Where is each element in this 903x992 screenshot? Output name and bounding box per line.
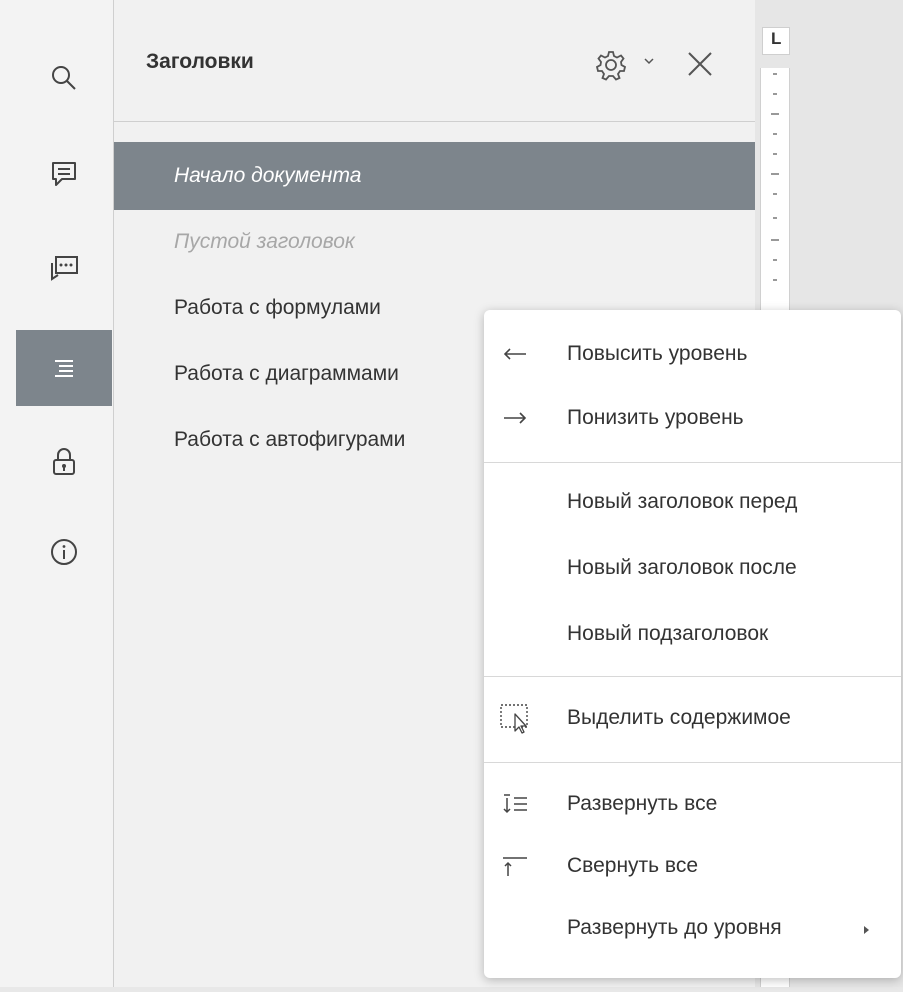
- arrow-left-icon: [498, 338, 532, 370]
- gear-icon[interactable]: [594, 48, 628, 82]
- menu-item-new-heading-after[interactable]: Новый заголовок после: [484, 546, 901, 590]
- menu-item-label: Повысить уровень: [567, 342, 748, 365]
- heading-item[interactable]: Начало документа: [114, 142, 755, 210]
- tab-stop-selector[interactable]: L: [762, 27, 790, 55]
- chat-button[interactable]: [16, 230, 112, 306]
- headings-button[interactable]: [16, 330, 112, 406]
- menu-item-demote[interactable]: Понизить уровень: [484, 396, 901, 440]
- panel-title: Заголовки: [146, 50, 254, 73]
- chevron-down-icon[interactable]: [642, 54, 656, 68]
- menu-item-promote[interactable]: Повысить уровень: [484, 332, 901, 376]
- heading-item[interactable]: Пустой заголовок: [114, 208, 755, 276]
- collapse-all-icon: [498, 850, 532, 882]
- info-icon: [51, 539, 77, 565]
- search-icon: [52, 66, 76, 90]
- lock-icon: [53, 448, 75, 475]
- menu-item-new-heading-before[interactable]: Новый заголовок перед: [484, 480, 901, 524]
- tab-stop-label: L: [771, 29, 782, 48]
- comments-button[interactable]: [16, 136, 112, 212]
- comment-icon: [52, 162, 76, 186]
- menu-item-new-subheading[interactable]: Новый подзаголовок: [484, 612, 901, 656]
- menu-item-select-content[interactable]: Выделить содержимое: [484, 696, 901, 740]
- context-menu: Повысить уровень Понизить уровень Новый …: [484, 310, 901, 978]
- menu-divider: [484, 462, 901, 463]
- menu-item-label: Развернуть до уровня: [567, 916, 782, 939]
- headings-icon: [55, 360, 73, 377]
- chat-icon: [51, 256, 78, 281]
- menu-item-label: Понизить уровень: [567, 406, 744, 429]
- protection-button[interactable]: [16, 424, 112, 500]
- expand-all-icon: [498, 788, 532, 820]
- menu-item-collapse-all[interactable]: Свернуть все: [484, 844, 901, 888]
- menu-item-label: Новый заголовок после: [567, 556, 797, 579]
- menu-item-label: Развернуть все: [567, 792, 718, 815]
- menu-divider: [484, 676, 901, 677]
- close-icon[interactable]: [684, 48, 716, 80]
- menu-item-label: Свернуть все: [567, 854, 699, 877]
- menu-item-expand-all[interactable]: Развернуть все: [484, 782, 901, 826]
- menu-item-expand-to-level[interactable]: Развернуть до уровня: [484, 906, 901, 950]
- info-button[interactable]: [16, 514, 112, 590]
- menu-item-label: Выделить содержимое: [567, 706, 791, 729]
- menu-item-label: Новый заголовок перед: [567, 490, 798, 513]
- panel-header: Заголовки: [114, 0, 755, 122]
- search-button[interactable]: [16, 40, 112, 116]
- submenu-arrow-icon: [864, 926, 869, 934]
- menu-divider: [484, 762, 901, 763]
- arrow-right-icon: [498, 402, 532, 434]
- left-sidebar: [0, 0, 114, 987]
- select-content-icon: [498, 702, 532, 734]
- menu-item-label: Новый подзаголовок: [567, 622, 769, 645]
